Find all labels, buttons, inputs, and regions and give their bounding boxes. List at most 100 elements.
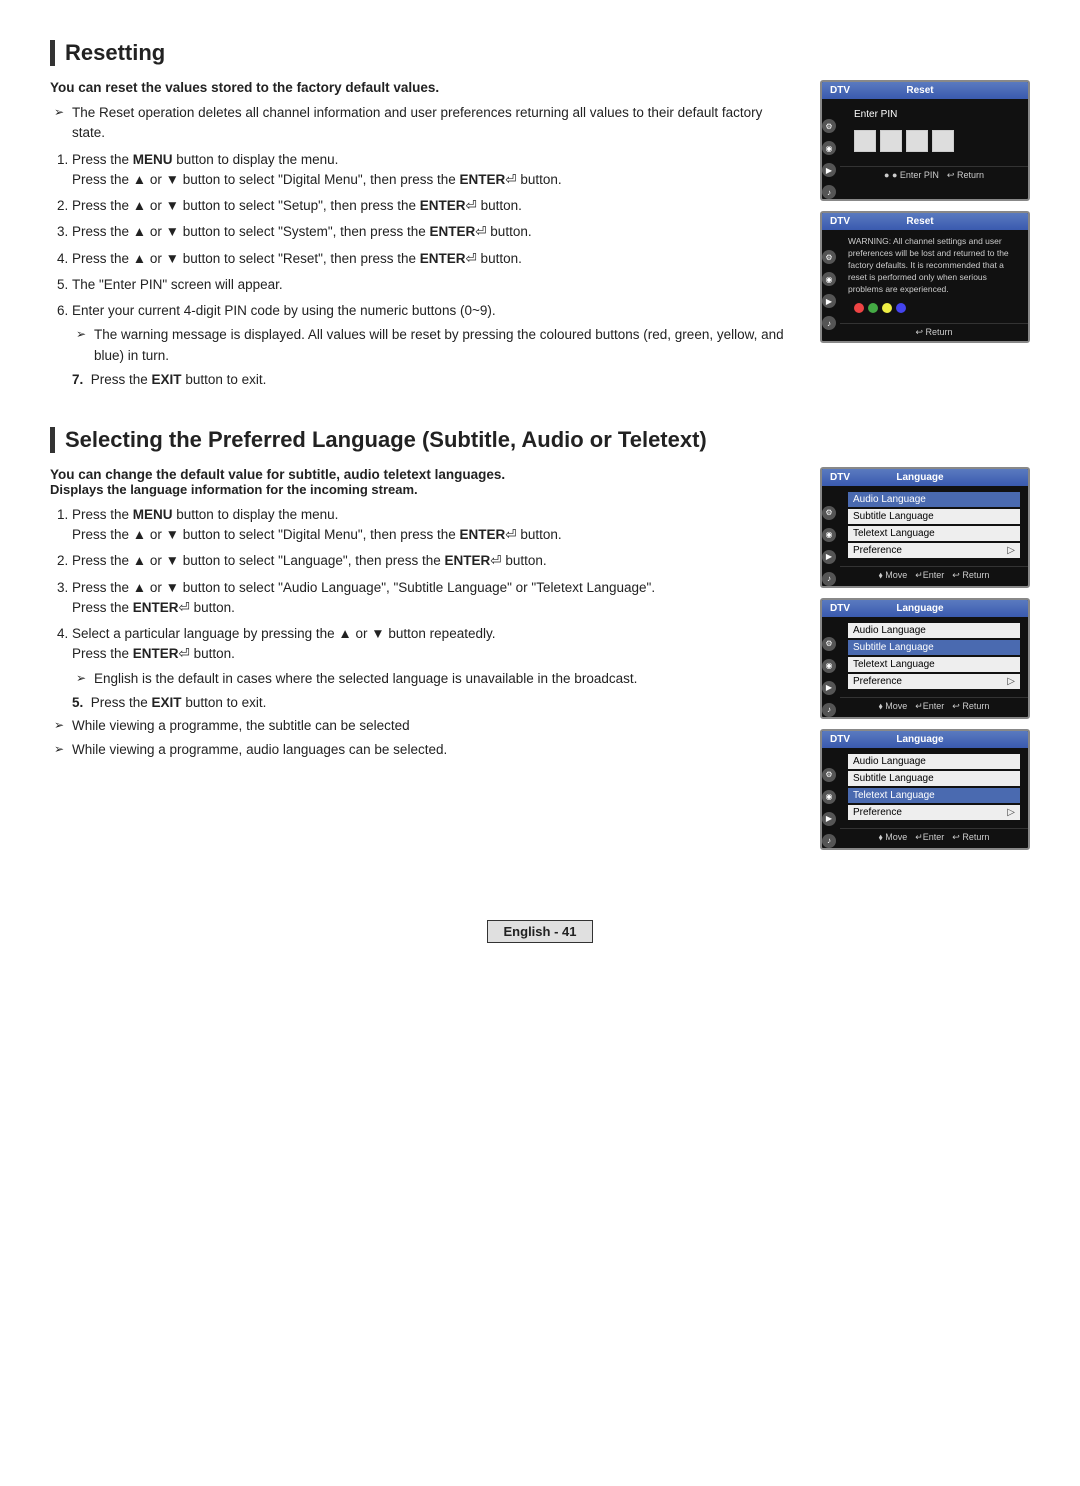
resetting-screen1-footer: ● ● Enter PIN ↩ Return <box>840 166 1028 184</box>
language-arrow-2: While viewing a programme, audio languag… <box>54 740 796 760</box>
resetting-title: Resetting <box>50 40 1030 66</box>
resetting-warning-arrow: The warning message is displayed. All va… <box>76 325 796 366</box>
lang-screen2-icon3: ▶ <box>822 681 836 695</box>
language-step-1: Press the MENU button to display the men… <box>72 505 796 546</box>
lang-screen1-icon1: ⚙ <box>822 506 836 520</box>
lang-screen2-pref-arrow: ▷ <box>1007 676 1015 687</box>
pin-box-3 <box>906 130 928 152</box>
resetting-screen2-body-wrap: ⚙ ◉ ▶ ♪ WARNING: All channel settings an… <box>822 230 1028 341</box>
lang-screen3-footer-right: ↩ Return <box>952 832 989 843</box>
lang-screen3-icon3: ▶ <box>822 812 836 826</box>
language-arrow-list: While viewing a programme, the subtitle … <box>54 716 796 761</box>
resetting-section: Resetting You can reset the values store… <box>50 40 1030 387</box>
resetting-screen1-footer-right: ↩ Return <box>947 170 984 181</box>
lang-screen3-item-preference: Preference ▷ <box>848 805 1020 820</box>
lang-screen3-main: Audio Language Subtitle Language Teletex… <box>840 748 1028 848</box>
language-screen-2: DTV Language ⚙ ◉ ▶ ♪ Audio Language Sub <box>820 598 1030 719</box>
lang-screen1-pref-arrow: ▷ <box>1007 545 1015 556</box>
lang-screen2-body-wrap: ⚙ ◉ ▶ ♪ Audio Language Subtitle Language… <box>822 617 1028 717</box>
lang-screen2-item-subtitle: Subtitle Language <box>848 640 1020 655</box>
language-content: You can change the default value for sub… <box>50 467 1030 850</box>
lang-screen1-icon3: ▶ <box>822 550 836 564</box>
lang-screen2-sidebar: ⚙ ◉ ▶ ♪ <box>822 617 836 717</box>
lang-screen3-item-subtitle: Subtitle Language <box>848 771 1020 786</box>
language-steps: Press the MENU button to display the men… <box>72 505 796 689</box>
lang-screen1-header: DTV Language <box>822 469 1028 486</box>
lang-screen1-footer-left: ⬧ Move <box>879 570 908 581</box>
lang-screen1-sidebar: ⚙ ◉ ▶ ♪ <box>822 486 836 586</box>
lang-screen2-icon1: ⚙ <box>822 637 836 651</box>
resetting-color-dots <box>854 303 1014 313</box>
resetting-screen1-icon2: ◉ <box>822 141 836 155</box>
dot-yellow <box>882 303 892 313</box>
lang-screen2-title: Language <box>896 603 943 614</box>
lang-screen1-body: Audio Language Subtitle Language Teletex… <box>840 486 1028 566</box>
lang-screen3-sidebar: ⚙ ◉ ▶ ♪ <box>822 748 836 848</box>
resetting-screen2-footer: ↩ Return <box>840 323 1028 341</box>
resetting-screen2-sidebar: ⚙ ◉ ▶ ♪ <box>822 230 836 341</box>
lang-screen2-header: DTV Language <box>822 600 1028 617</box>
resetting-screen1-body: Enter PIN <box>840 99 1028 166</box>
lang-screen2-body: Audio Language Subtitle Language Teletex… <box>840 617 1028 697</box>
resetting-screen-1: DTV Reset ⚙ ◉ ▶ ♪ Enter PIN <box>820 80 1030 201</box>
lang-screen3-pref-arrow: ▷ <box>1007 807 1015 818</box>
resetting-arrow-item-1: The Reset operation deletes all channel … <box>54 103 796 144</box>
resetting-screen1-icon3: ▶ <box>822 163 836 177</box>
language-english-default-arrow: English is the default in cases where th… <box>76 669 796 689</box>
lang-screen3-title: Language <box>896 734 943 745</box>
language-step-5: 5. Press the EXIT button to exit. <box>72 695 796 710</box>
language-arrow-1: While viewing a programme, the subtitle … <box>54 716 796 736</box>
resetting-warning-text: WARNING: All channel settings and user p… <box>848 236 1020 295</box>
resetting-screen2-header: DTV Reset <box>822 213 1028 230</box>
language-step-2: Press the ▲ or ▼ button to select "Langu… <box>72 551 796 571</box>
lang-screen3-item-audio: Audio Language <box>848 754 1020 769</box>
lang-screen1-icon4: ♪ <box>822 572 836 586</box>
resetting-screen1-body-wrap: ⚙ ◉ ▶ ♪ Enter PIN <box>822 99 1028 199</box>
lang-screen1-icon2: ◉ <box>822 528 836 542</box>
lang-screen2-icon4: ♪ <box>822 703 836 717</box>
resetting-step-1: Press the MENU button to display the men… <box>72 150 796 191</box>
resetting-screen2-footer-text: ↩ Return <box>915 327 952 338</box>
lang-screen2-footer: ⬧ Move ↵Enter ↩ Return <box>840 697 1028 715</box>
lang-screen3-footer: ⬧ Move ↵Enter ↩ Return <box>840 828 1028 846</box>
lang-screen1-body-wrap: ⚙ ◉ ▶ ♪ Audio Language Subtitle Language… <box>822 486 1028 586</box>
lang-screen2-dtv: DTV <box>830 603 850 614</box>
lang-screen2-main: Audio Language Subtitle Language Teletex… <box>840 617 1028 717</box>
lang-screen1-footer-right: ↩ Return <box>952 570 989 581</box>
lang-screen3-header: DTV Language <box>822 731 1028 748</box>
lang-screen3-item-teletext: Teletext Language <box>848 788 1020 803</box>
lang-screen3-body: Audio Language Subtitle Language Teletex… <box>840 748 1028 828</box>
lang-screen2-item-audio: Audio Language <box>848 623 1020 638</box>
lang-screen3-icon1: ⚙ <box>822 768 836 782</box>
resetting-step-6-arrow: The warning message is displayed. All va… <box>76 325 796 366</box>
resetting-screen1-icon1: ⚙ <box>822 119 836 133</box>
page-footer-container: English - 41 <box>50 890 1030 943</box>
lang-screen2-item-teletext: Teletext Language <box>848 657 1020 672</box>
resetting-step-4: Press the ▲ or ▼ button to select "Reset… <box>72 249 796 269</box>
resetting-screen1-title: Reset <box>906 85 933 96</box>
lang-screen1-dtv: DTV <box>830 472 850 483</box>
lang-screen1-item-teletext: Teletext Language <box>848 526 1020 541</box>
lang-screen3-dtv: DTV <box>830 734 850 745</box>
language-intro1: You can change the default value for sub… <box>50 467 796 497</box>
language-screens-col: DTV Language ⚙ ◉ ▶ ♪ Audio Language Sub <box>820 467 1030 850</box>
lang-screen2-footer-right: ↩ Return <box>952 701 989 712</box>
language-section: Selecting the Preferred Language (Subtit… <box>50 427 1030 850</box>
lang-screen3-icon2: ◉ <box>822 790 836 804</box>
lang-screen2-footer-mid: ↵Enter <box>915 701 944 712</box>
resetting-screen1-dtv: DTV <box>830 85 850 96</box>
resetting-step-3: Press the ▲ or ▼ button to select "Syste… <box>72 222 796 242</box>
dot-green <box>868 303 878 313</box>
resetting-screen-2: DTV Reset ⚙ ◉ ▶ ♪ WARNING: All channel s… <box>820 211 1030 343</box>
lang-screen2-footer-left: ⬧ Move <box>879 701 908 712</box>
language-step-3: Press the ▲ or ▼ button to select "Audio… <box>72 578 796 619</box>
language-text-col: You can change the default value for sub… <box>50 467 796 767</box>
language-title: Selecting the Preferred Language (Subtit… <box>50 427 1030 453</box>
resetting-screen1-sidebar: ⚙ ◉ ▶ ♪ <box>822 99 836 199</box>
resetting-screen1-header: DTV Reset <box>822 82 1028 99</box>
pin-box-1 <box>854 130 876 152</box>
lang-screen1-item-subtitle: Subtitle Language <box>848 509 1020 524</box>
resetting-content: You can reset the values stored to the f… <box>50 80 1030 387</box>
page-footer: English - 41 <box>487 920 594 943</box>
dot-blue <box>896 303 906 313</box>
